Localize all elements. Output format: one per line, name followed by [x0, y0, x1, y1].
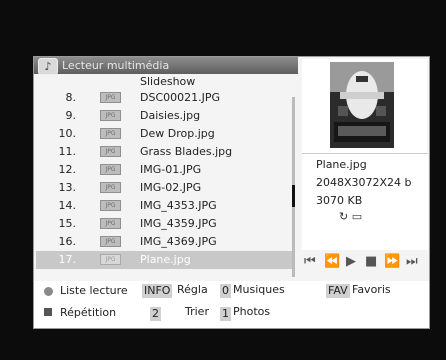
image-file-icon: JPG — [100, 254, 121, 265]
item-number: 8. — [65, 91, 77, 104]
list-item-selected[interactable]: 17. JPG Plane.jpg — [36, 251, 294, 269]
list-item[interactable]: 8. JPG DSC00021.JPG — [36, 89, 294, 107]
item-filename: Daisies.jpg — [140, 109, 201, 122]
item-number: 17. — [58, 253, 77, 266]
preview-resolution: 2048X3072X24 b — [316, 176, 412, 189]
fav-key[interactable]: FAV — [326, 284, 350, 298]
image-file-icon: JPG — [100, 146, 121, 157]
file-list: Slideshow 8. JPG DSC00021.JPG 9. JPG Dai… — [36, 75, 294, 281]
image-file-icon: JPG — [100, 200, 121, 211]
item-filename: DSC00021.JPG — [140, 91, 221, 104]
plane-thumbnail-image — [330, 62, 394, 148]
playlist-label[interactable]: Liste lecture — [60, 284, 128, 297]
stop-icon[interactable]: ■ — [365, 254, 377, 269]
list-header-slideshow[interactable]: Slideshow — [140, 75, 195, 88]
image-file-icon: JPG — [100, 92, 121, 103]
skip-to-end-icon[interactable]: ⏭ — [406, 254, 418, 269]
image-file-icon: JPG — [100, 128, 121, 139]
image-file-icon: JPG — [100, 236, 121, 247]
window-title: Lecteur multimédia — [62, 59, 170, 72]
list-item[interactable]: 9. JPG Daisies.jpg — [36, 107, 294, 125]
list-item[interactable]: 16. JPG IMG_4369.JPG — [36, 233, 294, 251]
list-item[interactable]: 10. JPG Dew Drop.jpg — [36, 125, 294, 143]
media-player-panel: ♪ Lecteur multimédia Slideshow 8. JPG DS… — [33, 56, 430, 329]
list-item[interactable]: 12. JPG IMG-01.JPG — [36, 161, 294, 179]
item-number: 10. — [58, 127, 77, 140]
folder-icon: ▭ — [351, 210, 363, 223]
music-label[interactable]: Musiques — [233, 283, 285, 296]
playback-controls: ⏮ ⏪ ▶ ■ ⏩ ⏭ — [302, 253, 428, 275]
rewind-to-start-icon[interactable]: ⏮ — [304, 254, 316, 269]
play-icon[interactable]: ▶ — [346, 254, 356, 269]
item-filename: IMG-01.JPG — [140, 163, 202, 176]
item-filename: IMG-02.JPG — [140, 181, 202, 194]
item-filename: Dew Drop.jpg — [140, 127, 215, 140]
item-filename: Plane.jpg — [140, 253, 191, 266]
item-number: 15. — [58, 217, 77, 230]
photos-label[interactable]: Photos — [233, 305, 270, 318]
list-item[interactable]: 14. JPG IMG_4353.JPG — [36, 197, 294, 215]
image-info-panel: Plane.jpg 2048X3072X24 b 3070 KB ↻ ▭ — [302, 153, 428, 250]
key-1[interactable]: 1 — [220, 307, 231, 321]
repeat-label[interactable]: Répétition — [60, 306, 116, 319]
rewind-icon[interactable]: ⏪ — [324, 254, 340, 269]
item-number: 14. — [58, 199, 77, 212]
key-0[interactable]: 0 — [220, 284, 231, 298]
settings-label[interactable]: Régla — [177, 283, 208, 296]
item-filename: Grass Blades.jpg — [140, 145, 233, 158]
item-filename: IMG_4353.JPG — [140, 199, 217, 212]
preview-filesize: 3070 KB — [316, 194, 363, 207]
item-number: 12. — [58, 163, 77, 176]
scrollbar-thumb[interactable] — [292, 185, 295, 207]
item-filename: IMG_4369.JPG — [140, 235, 217, 248]
item-number: 9. — [65, 109, 77, 122]
item-number: 16. — [58, 235, 77, 248]
image-file-icon: JPG — [100, 164, 121, 175]
grey-button-icon — [44, 287, 53, 296]
item-number: 11. — [58, 145, 77, 158]
list-scrollbar[interactable] — [292, 97, 295, 277]
preview-filename: Plane.jpg — [316, 158, 367, 171]
repeat-icon: ↻ — [339, 210, 349, 223]
fast-forward-icon[interactable]: ⏩ — [384, 254, 400, 269]
list-item[interactable]: 15. JPG IMG_4359.JPG — [36, 215, 294, 233]
image-file-icon: JPG — [100, 110, 121, 121]
list-item[interactable]: 13. JPG IMG-02.JPG — [36, 179, 294, 197]
item-filename: IMG_4359.JPG — [140, 217, 217, 230]
info-key[interactable]: INFO — [142, 284, 173, 298]
list-item[interactable]: 11. JPG Grass Blades.jpg — [36, 143, 294, 161]
image-preview — [302, 59, 427, 153]
sort-label[interactable]: Trier — [185, 305, 209, 318]
button-legend: Liste lecture INFO Régla 0 Musiques FAV … — [34, 281, 429, 328]
title-bar: ♪ Lecteur multimédia — [34, 57, 298, 75]
media-app-icon: ♪ — [38, 58, 58, 75]
key-2[interactable]: 2 — [150, 307, 161, 321]
dark-button-icon — [44, 308, 52, 316]
image-file-icon: JPG — [100, 182, 121, 193]
item-number: 13. — [58, 181, 77, 194]
favorites-label[interactable]: Favoris — [352, 283, 391, 296]
image-file-icon: JPG — [100, 218, 121, 229]
